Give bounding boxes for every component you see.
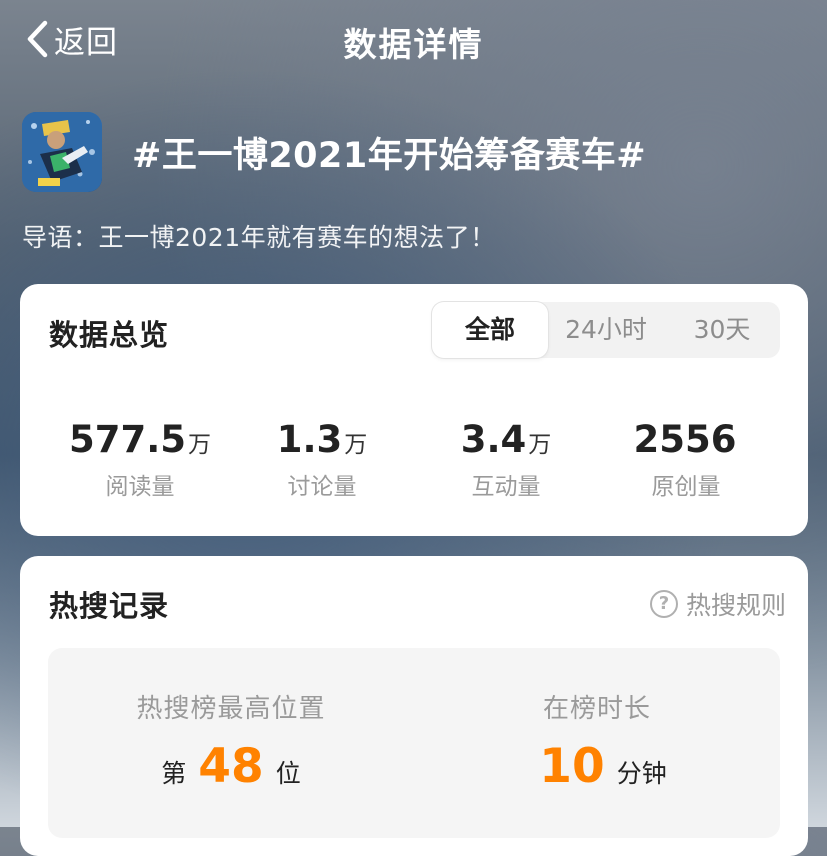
peak-position-label: 热搜榜最高位置 xyxy=(136,694,326,724)
hot-search-card: 热搜记录 ? 热搜规则 热搜榜最高位置 第 48 位 在榜时长 10 分钟 xyxy=(20,556,808,856)
topic-intro: 导语：王一博2021年就有赛车的想法了！ xyxy=(22,223,496,252)
time-on-list-label: 在榜时长 xyxy=(542,694,651,724)
tab-24-hours[interactable]: 24小时 xyxy=(548,302,664,358)
data-overview-card: 数据总览 全部 24小时 30天 577.5万 阅读量 1.3万 讨论量 3.4… xyxy=(20,284,808,536)
page-title: 数据详情 xyxy=(343,25,484,64)
time-on-list-value-row: 10 分钟 xyxy=(414,739,780,794)
question-icon: ? xyxy=(649,590,678,618)
stat-value: 1.3 xyxy=(276,418,343,461)
duration-value: 10 xyxy=(539,739,605,794)
stat-reads: 577.5万 阅读量 xyxy=(50,418,230,501)
topic-header: #王一博2021年开始筹备赛车# xyxy=(22,112,646,192)
hot-search-title: 热搜记录 xyxy=(49,589,170,623)
stat-label: 互动量 xyxy=(471,474,541,500)
time-range-tabs: 全部 24小时 30天 xyxy=(432,302,780,358)
stat-label: 原创量 xyxy=(651,474,721,500)
topic-title: #王一博2021年开始筹备赛车# xyxy=(132,135,647,176)
tab-30-days[interactable]: 30天 xyxy=(664,302,780,358)
hot-search-rules-link[interactable]: ? 热搜规则 xyxy=(649,586,786,622)
peak-position-value-row: 第 48 位 xyxy=(48,739,414,794)
peak-prefix: 第 xyxy=(161,759,187,788)
duration-suffix: 分钟 xyxy=(616,759,667,788)
topic-avatar xyxy=(22,112,102,192)
peak-suffix: 位 xyxy=(275,759,301,788)
stat-discussions: 1.3万 讨论量 xyxy=(232,418,412,501)
stat-unit: 万 xyxy=(344,432,368,458)
stat-value: 3.4 xyxy=(460,418,527,461)
stat-label: 阅读量 xyxy=(105,474,175,500)
tab-all[interactable]: 全部 xyxy=(432,302,548,358)
hot-search-stats: 热搜榜最高位置 第 48 位 在榜时长 10 分钟 xyxy=(48,648,780,838)
stat-label: 讨论量 xyxy=(287,474,357,500)
stat-value: 2556 xyxy=(633,418,737,461)
stat-value: 577.5 xyxy=(68,418,187,461)
stat-unit: 万 xyxy=(528,432,552,458)
top-bar: 返回 数据详情 xyxy=(0,0,827,80)
stat-unit: 万 xyxy=(188,432,212,458)
time-on-list: 在榜时长 10 分钟 xyxy=(414,688,780,794)
stat-originals: 2556 原创量 xyxy=(596,418,776,501)
stat-interactions: 3.4万 互动量 xyxy=(416,418,596,501)
hot-search-rules-label: 热搜规则 xyxy=(685,591,786,620)
peak-value: 48 xyxy=(198,739,264,794)
peak-position: 热搜榜最高位置 第 48 位 xyxy=(48,688,414,794)
overview-title: 数据总览 xyxy=(49,318,170,352)
